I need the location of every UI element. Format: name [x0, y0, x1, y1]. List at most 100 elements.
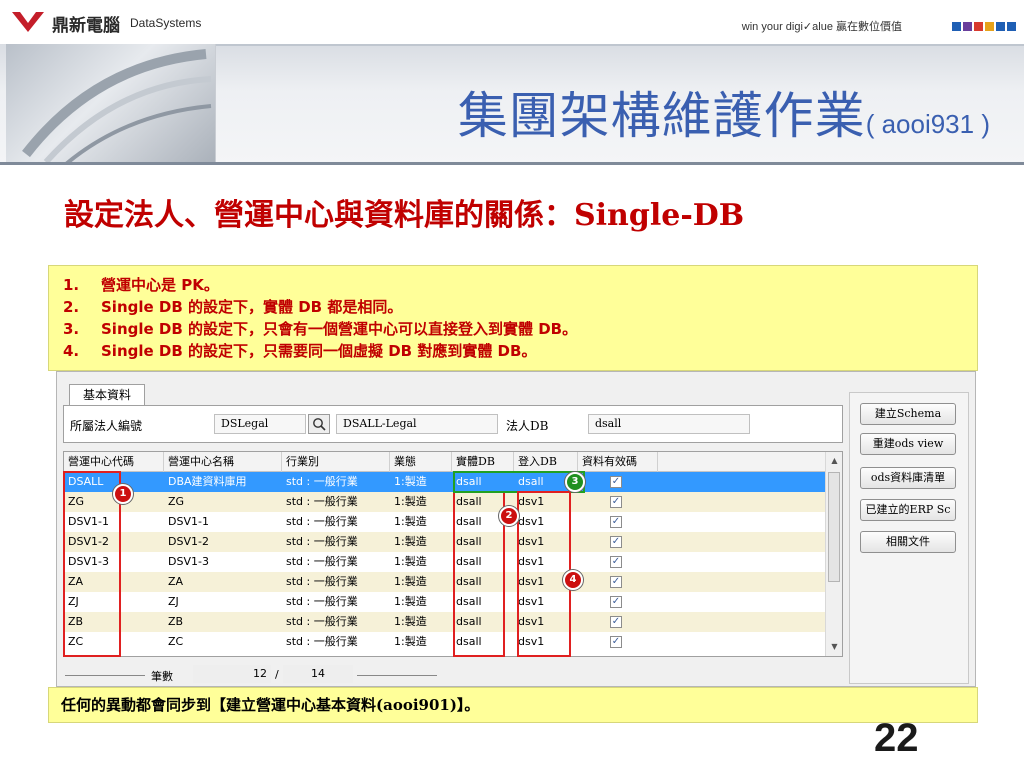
ods-db-list-button[interactable]: ods資料庫清單 — [860, 467, 956, 489]
basic-info-form: 所屬法人編號 DSLegal DSALL-Legal 法人DB dsall — [63, 405, 843, 443]
cell-name: DSV1-3 — [168, 555, 209, 568]
cell-type: 1:製造 — [394, 535, 427, 548]
cell-type: 1:製造 — [394, 635, 427, 648]
table-row[interactable]: DSV1-1 DSV1-1 std : 一般行業 1:製造 dsall dsv1… — [64, 512, 826, 532]
cell-industry: std : 一般行業 — [286, 515, 358, 528]
col-header-name[interactable]: 營運中心名稱 — [164, 452, 282, 472]
note-item: 1. 營運中心是 PK。 — [63, 274, 977, 296]
note-item: 3. Single DB 的設定下，只會有一個營運中心可以直接登入到實體 DB。 — [63, 318, 977, 340]
table-row[interactable]: ZJ ZJ std : 一般行業 1:製造 dsall dsv1 ✓ — [64, 592, 826, 612]
cell-type: 1:製造 — [394, 595, 427, 608]
cell-name: ZJ — [168, 595, 179, 608]
table-row[interactable]: ZB ZB std : 一般行業 1:製造 dsall dsv1 ✓ — [64, 612, 826, 632]
cell-type: 1:製造 — [394, 615, 427, 628]
notes-list: 1. 營運中心是 PK。 2. Single DB 的設定下，實體 DB 都是相同。… — [49, 266, 977, 362]
table-row[interactable]: DSV1-3 DSV1-3 std : 一般行業 1:製造 dsall dsv1… — [64, 552, 826, 572]
cell-industry: std : 一般行業 — [286, 575, 358, 588]
valid-checkbox[interactable]: ✓ — [610, 516, 622, 528]
page-number: 22 — [874, 716, 919, 760]
rebuild-ods-view-button[interactable]: 重建ods view — [860, 433, 956, 455]
note-text: 營運中心是 PK。 — [101, 276, 219, 294]
note-item: 4. Single DB 的設定下，只需要同一個虛擬 DB 對應到實體 DB。 — [63, 340, 977, 362]
scroll-up-icon[interactable]: ▲ — [826, 452, 842, 470]
valid-checkbox[interactable]: ✓ — [610, 496, 622, 508]
legal-db-field[interactable]: dsall — [588, 414, 750, 434]
annotation-badge-2: 2 — [499, 506, 519, 526]
tab-basic-info[interactable]: 基本資料 — [69, 384, 145, 406]
legal-entity-label: 所屬法人編號 — [70, 419, 143, 433]
table-row[interactable]: ZG ZG std : 一般行業 1:製造 dsall dsv1 ✓ — [64, 492, 826, 512]
action-panel: 建立Schema 重建ods view ods資料庫清單 已建立的ERP Sc … — [849, 392, 969, 684]
built-erp-schema-button[interactable]: 已建立的ERP Sc — [860, 499, 956, 521]
build-schema-button[interactable]: 建立Schema — [860, 403, 956, 425]
grid-header: 營運中心代碼 營運中心名稱 行業別 業態 實體DB 登入DB 資料有效碼 — [64, 452, 826, 472]
divider — [65, 675, 145, 676]
col-header-industry[interactable]: 行業別 — [282, 452, 390, 472]
scroll-thumb[interactable] — [828, 472, 840, 582]
banner-photo — [6, 44, 216, 166]
cell-name: ZA — [168, 575, 184, 588]
valid-checkbox[interactable]: ✓ — [610, 556, 622, 568]
section-subtitle: 設定法人、營運中心與資料庫的關係：Single-DB — [64, 198, 745, 233]
brand-square — [974, 22, 983, 31]
slogan: win your digi✓alue 贏在數位價值 — [741, 21, 902, 33]
cell-name: ZC — [168, 635, 184, 648]
cell-industry: std : 一般行業 — [286, 535, 358, 548]
record-separator: / — [275, 668, 279, 681]
valid-checkbox[interactable]: ✓ — [610, 576, 622, 588]
annotation-badge-1: 1 — [113, 484, 133, 504]
highlight-phys-db-column — [453, 491, 505, 657]
cell-name: ZG — [168, 495, 185, 508]
banner-rule — [0, 162, 1024, 165]
valid-checkbox[interactable]: ✓ — [610, 616, 622, 628]
annotation-badge-3: 3 — [565, 472, 585, 492]
table-row[interactable]: ZC ZC std : 一般行業 1:製造 dsall dsv1 ✓ — [64, 632, 826, 652]
table-row[interactable]: DSALL DBA建資料庫用 std : 一般行業 1:製造 dsall dsa… — [64, 472, 826, 492]
cell-industry: std : 一般行業 — [286, 495, 358, 508]
lookup-button[interactable] — [308, 414, 330, 434]
divider — [357, 675, 437, 676]
col-header-valid[interactable]: 資料有效碼 — [578, 452, 658, 472]
staircase-photo-icon — [22, 49, 212, 166]
legal-db-label: 法人DB — [506, 419, 549, 433]
brand-square — [952, 22, 961, 31]
company-name-en: DataSystems — [130, 16, 202, 30]
table-row[interactable]: ZA ZA std : 一般行業 1:製造 dsall dsv1 ✓ — [64, 572, 826, 592]
valid-checkbox[interactable]: ✓ — [610, 596, 622, 608]
valid-checkbox[interactable]: ✓ — [610, 636, 622, 648]
title-banner: 集團架構維護作業( aooi931 ) — [0, 44, 1024, 166]
valid-checkbox[interactable]: ✓ — [610, 476, 622, 488]
current-record-field: 12 — [193, 665, 271, 683]
col-header-code[interactable]: 營運中心代碼 — [64, 452, 164, 472]
app-window: 基本資料 所屬法人編號 DSLegal DSALL-Legal 法人DB dsa… — [56, 371, 976, 687]
logo-icon — [12, 12, 44, 32]
cell-name: ZB — [168, 615, 184, 628]
valid-checkbox[interactable]: ✓ — [610, 536, 622, 548]
brand-square — [1007, 22, 1016, 31]
note-number: 1. — [63, 276, 80, 294]
highlight-code-column — [63, 471, 121, 657]
annotation-badge-4: 4 — [563, 570, 583, 590]
col-header-login-db[interactable]: 登入DB — [514, 452, 578, 472]
related-docs-button[interactable]: 相關文件 — [860, 531, 956, 553]
legal-entity-code-field[interactable]: DSLegal — [214, 414, 306, 434]
scroll-down-icon[interactable]: ▼ — [826, 638, 842, 656]
table-row[interactable]: DSV1-2 DSV1-2 std : 一般行業 1:製造 dsall dsv1… — [64, 532, 826, 552]
brand-color-squares — [952, 22, 1016, 31]
legal-entity-name-field: DSALL-Legal — [336, 414, 498, 434]
brand-square — [996, 22, 1005, 31]
banner-rule — [216, 44, 1024, 46]
brand-square — [963, 22, 972, 31]
cell-industry: std : 一般行業 — [286, 475, 358, 488]
page-title-cn: 集團架構維護作業 — [457, 87, 866, 145]
grid-scrollbar[interactable]: ▲ ▼ — [825, 452, 842, 656]
col-header-type[interactable]: 業態 — [390, 452, 452, 472]
top-header: 鼎新電腦 DataSystems win your digi✓alue 贏在數位… — [0, 0, 1024, 44]
note-text: Single DB 的設定下，只需要同一個虛擬 DB 對應到實體 DB。 — [101, 342, 537, 360]
total-record-field: 14 — [283, 665, 353, 683]
col-header-phys-db[interactable]: 實體DB — [452, 452, 514, 472]
cell-industry: std : 一般行業 — [286, 635, 358, 648]
cell-type: 1:製造 — [394, 575, 427, 588]
company-name: 鼎新電腦 — [52, 16, 120, 36]
note-number: 3. — [63, 320, 80, 338]
